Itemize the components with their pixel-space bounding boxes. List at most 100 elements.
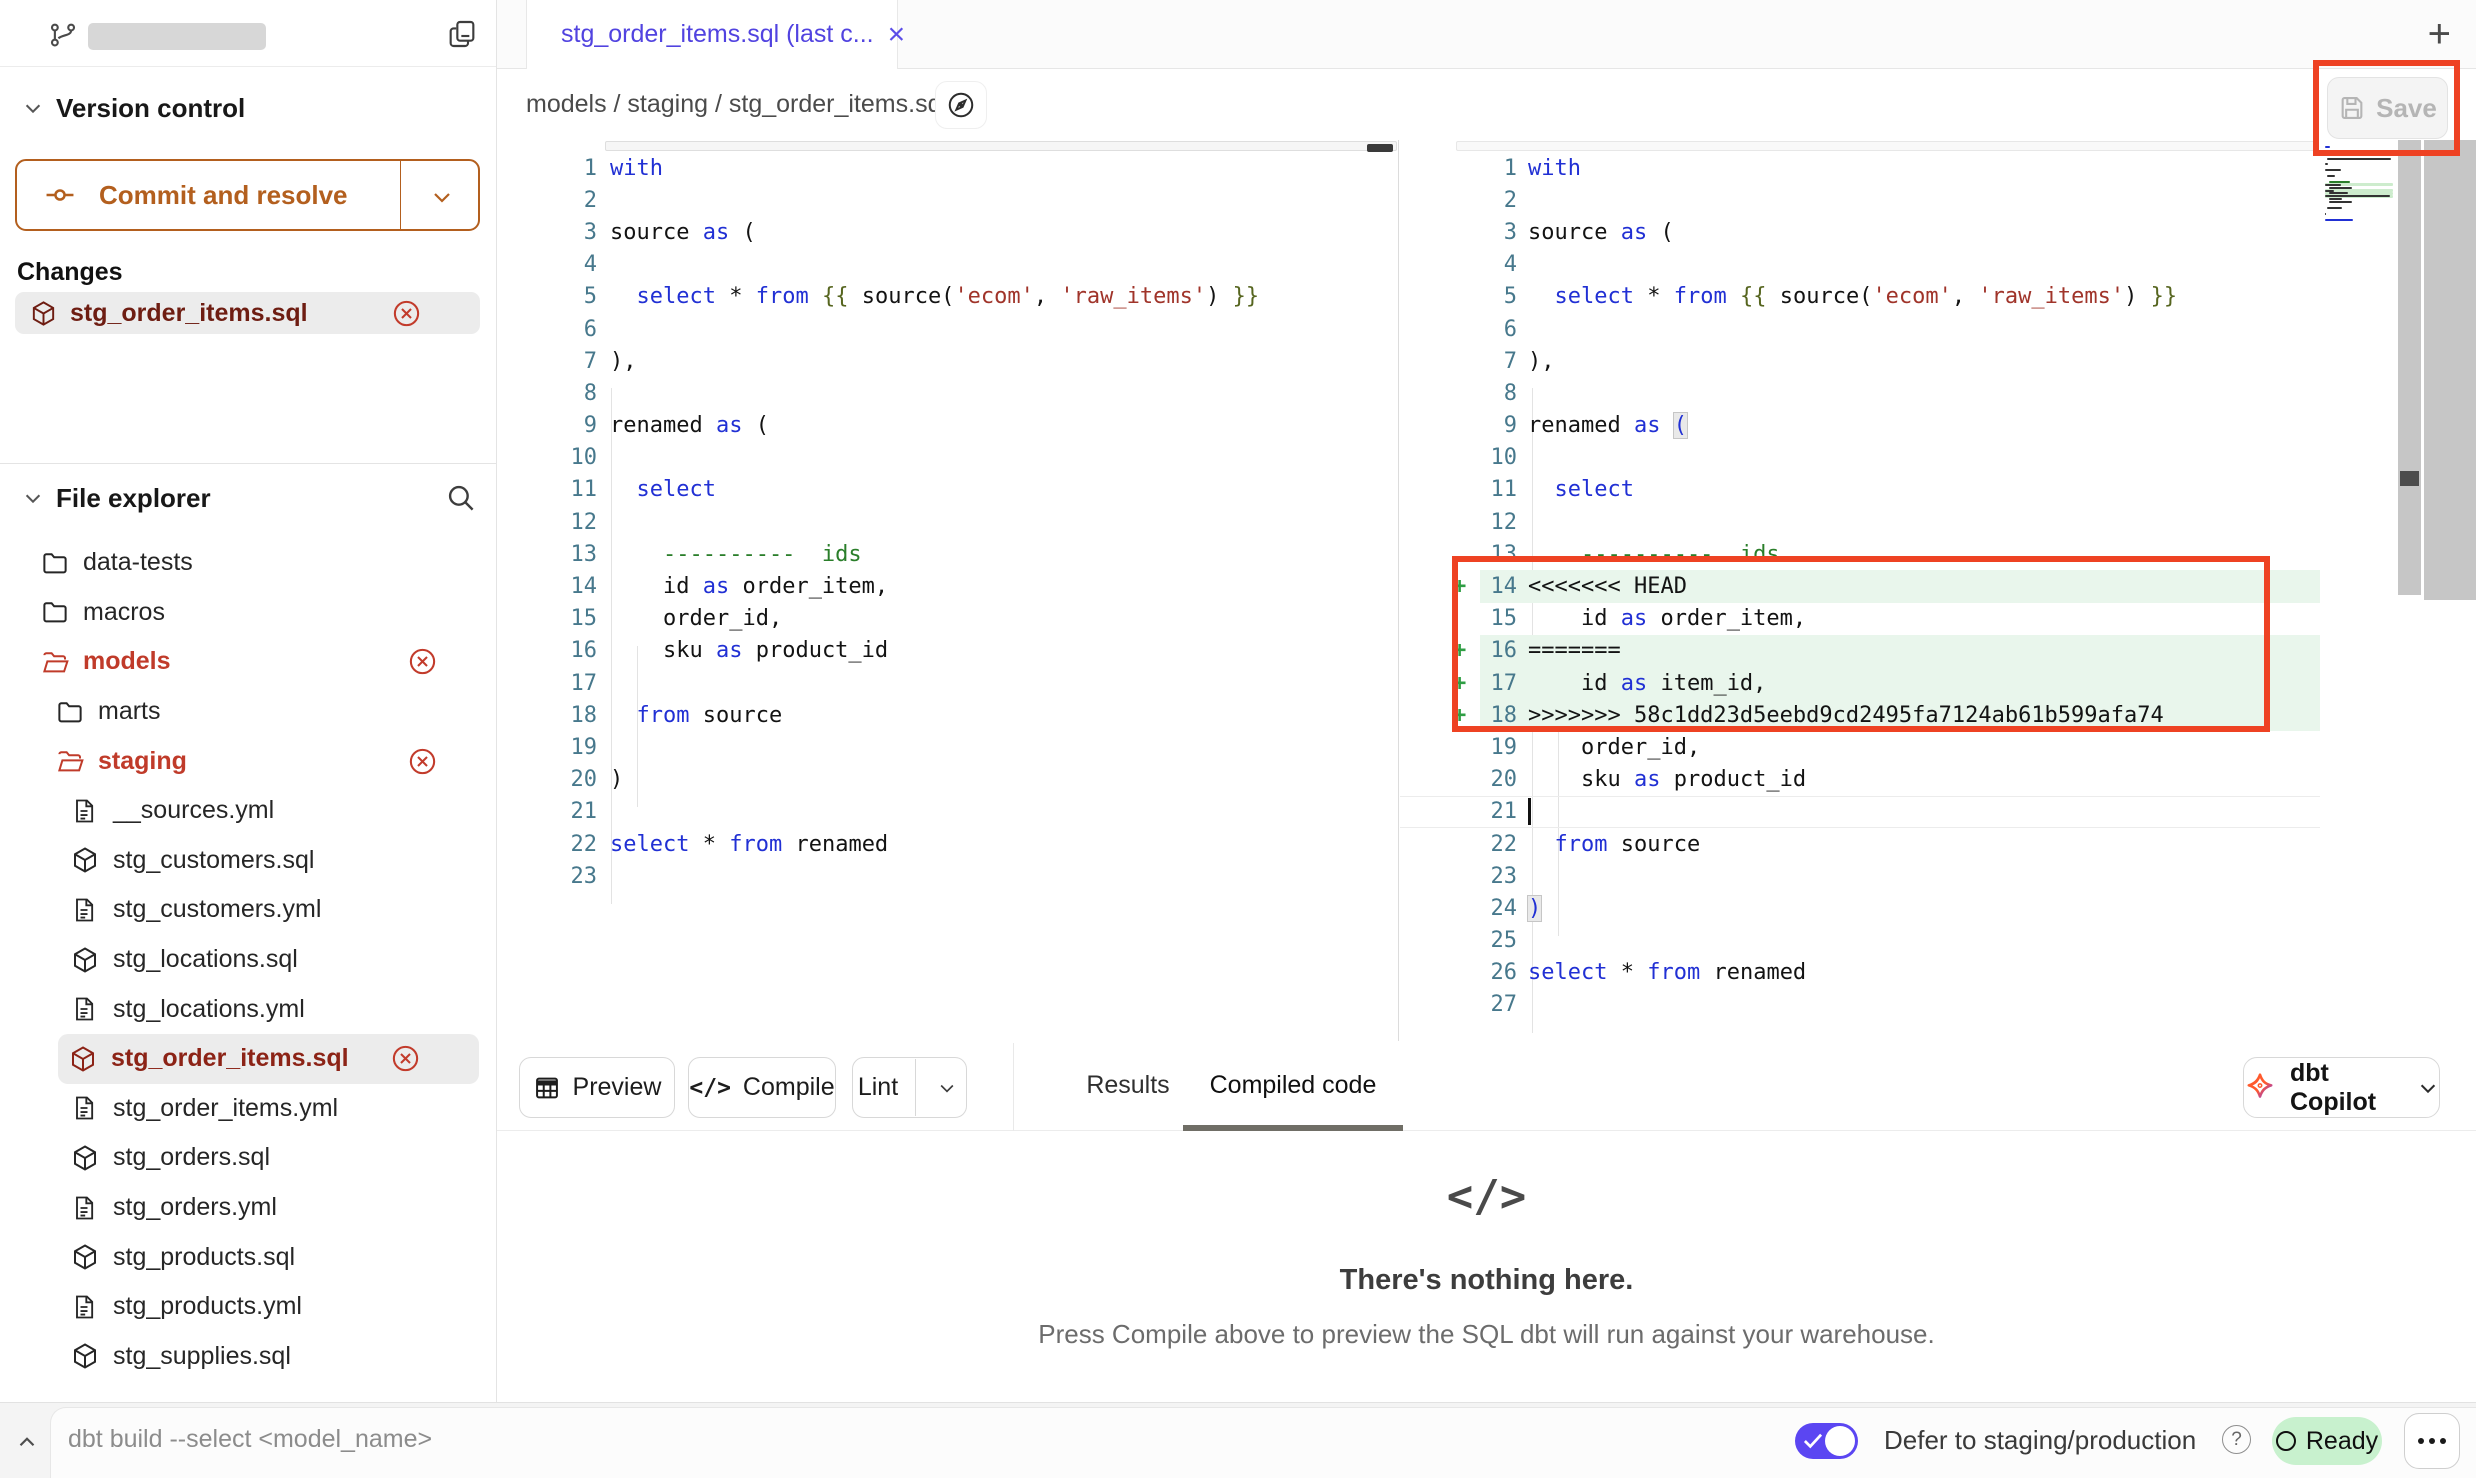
line-number: 19 bbox=[1480, 735, 1517, 760]
commit-dropdown-chevron[interactable] bbox=[430, 185, 454, 209]
dbt-copilot-button[interactable]: dbt Copilot bbox=[2243, 1057, 2440, 1118]
file-row-stg-locations-yml[interactable]: stg_locations.yml bbox=[0, 984, 496, 1034]
code-line: 1with bbox=[497, 152, 1398, 184]
file-name: stg_locations.yml bbox=[113, 995, 305, 1024]
code-line: 8 bbox=[497, 377, 1398, 409]
code-pane-original[interactable]: 1with23source as (45 select * from {{ so… bbox=[497, 140, 1398, 1041]
code-line: 17 bbox=[497, 667, 1398, 699]
code-line: 19 order_id, bbox=[1400, 731, 2320, 763]
diff-add-marker: + bbox=[1400, 703, 1480, 728]
discard-change-icon[interactable] bbox=[391, 298, 422, 329]
file-row-stg-locations-sql[interactable]: stg_locations.sql bbox=[0, 935, 496, 985]
line-number: 4 bbox=[1480, 252, 1517, 277]
copilot-dropdown-chevron[interactable] bbox=[2417, 1077, 2439, 1099]
code-line: 9renamed as ( bbox=[1400, 410, 2320, 442]
file-row-stg-customers-sql[interactable]: stg_customers.sql bbox=[0, 836, 496, 886]
copy-files-icon[interactable] bbox=[446, 18, 478, 50]
code-line: 4 bbox=[497, 249, 1398, 281]
file-row-stg-orders-sql[interactable]: stg_orders.sql bbox=[0, 1133, 496, 1183]
scrollbar-thumb[interactable] bbox=[2400, 471, 2419, 486]
code-line: 3source as ( bbox=[497, 216, 1398, 248]
code-line: 5 select * from {{ source('ecom', 'raw_i… bbox=[1400, 281, 2320, 313]
discard-change-icon[interactable] bbox=[390, 1043, 421, 1074]
minimap[interactable] bbox=[2325, 146, 2395, 266]
line-number: 6 bbox=[1480, 317, 1517, 342]
empty-state-title: There's nothing here. bbox=[497, 1264, 2476, 1297]
file-row-stg-customers-yml[interactable]: stg_customers.yml bbox=[0, 885, 496, 935]
line-number: 20 bbox=[1480, 767, 1517, 792]
file-row--sources-yml[interactable]: __sources.yml bbox=[0, 786, 496, 836]
defer-toggle[interactable] bbox=[1795, 1423, 1858, 1459]
line-number: 5 bbox=[497, 284, 597, 309]
branch-name-placeholder[interactable] bbox=[88, 23, 266, 50]
line-number: 5 bbox=[1480, 284, 1517, 309]
horizontal-scrollbar[interactable] bbox=[1456, 141, 2318, 151]
lint-button[interactable]: Lint bbox=[852, 1057, 967, 1118]
sidebar-top-row bbox=[0, 0, 496, 67]
file-explorer-header[interactable]: File explorer bbox=[0, 474, 496, 522]
file-row-macros[interactable]: macros bbox=[0, 588, 496, 638]
dbt-command-input[interactable] bbox=[68, 1417, 1568, 1461]
lineage-compass-button[interactable] bbox=[935, 81, 987, 129]
file-name: data-tests bbox=[83, 548, 193, 577]
overview-scrollbar[interactable] bbox=[2424, 140, 2476, 600]
line-number: 7 bbox=[497, 349, 597, 374]
file-row-stg-order-items-sql[interactable]: stg_order_items.sql bbox=[58, 1034, 479, 1084]
file-row-stg-products-yml[interactable]: stg_products.yml bbox=[0, 1282, 496, 1332]
code-pane-merged[interactable]: 1with23source as (45 select * from {{ so… bbox=[1400, 140, 2320, 1041]
lint-dropdown-chevron[interactable] bbox=[928, 1078, 966, 1098]
file-row-stg-order-items-yml[interactable]: stg_order_items.yml bbox=[0, 1084, 496, 1134]
discard-change-icon[interactable] bbox=[407, 646, 438, 677]
tab-results[interactable]: Results bbox=[1073, 1041, 1183, 1130]
compile-button[interactable]: </> Compile bbox=[688, 1057, 836, 1118]
folder-icon bbox=[55, 697, 85, 727]
scrollbar-thumb[interactable] bbox=[1367, 144, 1393, 152]
code-line: 7), bbox=[497, 345, 1398, 377]
commit-and-resolve-button[interactable]: Commit and resolve bbox=[15, 159, 480, 231]
line-number: 27 bbox=[1480, 992, 1517, 1017]
line-number: 11 bbox=[1480, 477, 1517, 502]
collapse-chevron-icon[interactable] bbox=[14, 1429, 40, 1455]
new-tab-button[interactable]: + bbox=[2428, 12, 2451, 57]
code-line: 11 select bbox=[497, 474, 1398, 506]
file-row-staging[interactable]: staging bbox=[0, 736, 496, 786]
line-number: 3 bbox=[1480, 220, 1517, 245]
code-line: 2 bbox=[1400, 184, 2320, 216]
model-icon bbox=[70, 945, 100, 975]
line-number: 25 bbox=[1480, 928, 1517, 953]
preview-button[interactable]: Preview bbox=[519, 1057, 675, 1118]
breadcrumb-bar: models / staging / stg_order_items.sql bbox=[497, 69, 2476, 140]
file-row-data-tests[interactable]: data-tests bbox=[0, 538, 496, 588]
tab-stg-order-items[interactable]: stg_order_items.sql (last c... × bbox=[526, 0, 898, 69]
line-number: 14 bbox=[497, 574, 597, 599]
file-row-models[interactable]: models bbox=[0, 637, 496, 687]
file-name: models bbox=[83, 647, 171, 676]
file-row-marts[interactable]: marts bbox=[0, 687, 496, 737]
vertical-scrollbar[interactable] bbox=[2398, 140, 2421, 595]
search-icon[interactable] bbox=[444, 481, 478, 515]
code-line: 2 bbox=[497, 184, 1398, 216]
code-line: 25 bbox=[1400, 925, 2320, 957]
file-row-stg-orders-yml[interactable]: stg_orders.yml bbox=[0, 1183, 496, 1233]
tab-compiled-code[interactable]: Compiled code bbox=[1183, 1041, 1403, 1130]
line-number: 22 bbox=[1480, 832, 1517, 857]
file-row-stg-products-sql[interactable]: stg_products.sql bbox=[0, 1232, 496, 1282]
horizontal-scrollbar[interactable] bbox=[605, 141, 1397, 151]
code-line: 13 ---------- ids bbox=[497, 538, 1398, 570]
more-options-button[interactable] bbox=[2404, 1413, 2460, 1469]
discard-change-icon[interactable] bbox=[407, 746, 438, 777]
line-number: 9 bbox=[497, 413, 597, 438]
close-tab-icon[interactable]: × bbox=[888, 20, 906, 50]
save-button[interactable]: Save bbox=[2327, 77, 2448, 139]
file-row-stg-supplies-sql[interactable]: stg_supplies.sql bbox=[0, 1332, 496, 1382]
code-line: 19 bbox=[497, 731, 1398, 763]
table-icon bbox=[533, 1074, 561, 1102]
file-name: stg_products.yml bbox=[113, 1292, 302, 1321]
help-icon[interactable]: ? bbox=[2222, 1425, 2251, 1454]
changed-file-row[interactable]: stg_order_items.sql bbox=[15, 292, 480, 334]
code-line: +16======= bbox=[1400, 635, 2320, 667]
model-icon bbox=[70, 1242, 100, 1272]
pane-divider[interactable] bbox=[1398, 140, 1399, 1041]
version-control-header[interactable]: Version control 1 bbox=[0, 84, 496, 132]
status-bar: Defer to staging/production ? Ready bbox=[0, 1402, 2476, 1478]
